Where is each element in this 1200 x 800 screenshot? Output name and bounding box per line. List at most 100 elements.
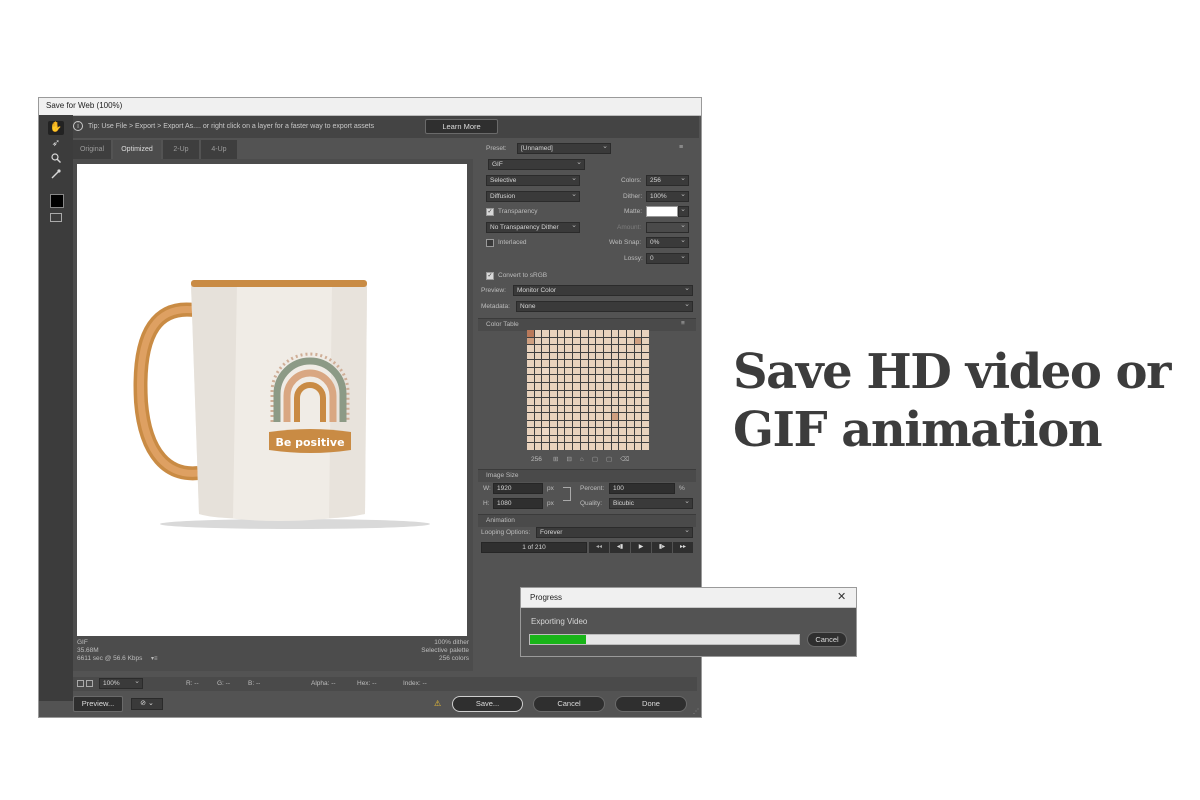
matte-color-swatch[interactable] — [646, 206, 678, 217]
color-swatch[interactable] — [557, 367, 565, 375]
tab-original[interactable]: Original — [73, 140, 111, 159]
color-swatch[interactable] — [619, 375, 626, 382]
color-swatch[interactable] — [634, 360, 642, 367]
next-frame-icon[interactable]: ▮▸ — [652, 542, 672, 553]
color-swatch[interactable] — [611, 398, 619, 405]
color-swatch[interactable] — [634, 367, 642, 375]
color-swatch[interactable] — [542, 337, 550, 345]
color-swatch[interactable] — [619, 405, 626, 413]
color-swatch[interactable] — [573, 428, 580, 435]
color-swatch[interactable] — [557, 330, 565, 337]
color-swatch[interactable] — [603, 413, 611, 420]
color-swatch[interactable] — [603, 420, 611, 428]
color-swatch[interactable] — [611, 390, 619, 398]
color-swatch[interactable] — [596, 330, 603, 337]
color-swatch[interactable] — [573, 382, 580, 390]
color-swatch[interactable] — [626, 367, 634, 375]
constrain-proportions-link-icon[interactable] — [563, 487, 571, 501]
color-swatch[interactable] — [580, 435, 588, 443]
hand-tool-icon[interactable]: ✋ — [48, 121, 64, 135]
color-swatch[interactable] — [626, 360, 634, 367]
color-swatch[interactable] — [642, 390, 649, 398]
toggle-slices-icon[interactable] — [50, 213, 62, 222]
color-swatch[interactable] — [603, 330, 611, 337]
color-swatch[interactable] — [580, 382, 588, 390]
preset-menu-icon[interactable]: ≡ — [679, 144, 683, 151]
color-swatch[interactable] — [611, 360, 619, 367]
color-swatch[interactable] — [580, 428, 588, 435]
color-swatch[interactable] — [557, 398, 565, 405]
color-swatch[interactable] — [596, 405, 603, 413]
color-swatch[interactable] — [626, 382, 634, 390]
dither-field[interactable]: 100% — [646, 191, 689, 202]
color-swatch[interactable] — [550, 428, 557, 435]
color-swatch[interactable] — [573, 360, 580, 367]
color-swatch[interactable] — [611, 367, 619, 375]
done-button[interactable]: Done — [615, 696, 687, 712]
color-swatch[interactable] — [557, 390, 565, 398]
color-swatch[interactable] — [619, 337, 626, 345]
color-swatch[interactable] — [527, 398, 534, 405]
color-swatch[interactable] — [642, 330, 649, 337]
color-swatch[interactable] — [611, 413, 619, 420]
color-swatch[interactable] — [596, 390, 603, 398]
color-swatch[interactable] — [634, 413, 642, 420]
color-swatch[interactable] — [642, 443, 649, 450]
color-swatch[interactable] — [596, 360, 603, 367]
color-swatch[interactable] — [534, 428, 542, 435]
preview-dropdown[interactable]: Monitor Color — [513, 285, 693, 296]
color-swatch[interactable] — [642, 413, 649, 420]
color-swatch[interactable] — [550, 413, 557, 420]
color-swatch[interactable] — [527, 352, 534, 360]
color-swatch[interactable] — [534, 390, 542, 398]
color-swatch[interactable] — [573, 330, 580, 337]
color-swatch[interactable] — [557, 360, 565, 367]
zoom-out-icon[interactable] — [77, 680, 84, 687]
color-swatch[interactable] — [611, 435, 619, 443]
color-swatch[interactable] — [527, 405, 534, 413]
color-swatch[interactable] — [603, 345, 611, 352]
color-swatch[interactable] — [588, 420, 596, 428]
eyedropper-tool-icon[interactable] — [48, 169, 64, 183]
color-swatch[interactable] — [550, 382, 557, 390]
color-swatch[interactable] — [580, 337, 588, 345]
color-swatch[interactable] — [619, 345, 626, 352]
color-swatch[interactable] — [634, 405, 642, 413]
color-swatch[interactable] — [634, 330, 642, 337]
color-swatch[interactable] — [527, 435, 534, 443]
color-swatch[interactable] — [565, 428, 573, 435]
color-swatch[interactable] — [542, 330, 550, 337]
color-swatch[interactable] — [642, 420, 649, 428]
color-swatch[interactable] — [565, 398, 573, 405]
color-swatch[interactable] — [527, 367, 534, 375]
play-icon[interactable]: ▶ — [631, 542, 651, 553]
color-swatch[interactable] — [603, 360, 611, 367]
color-swatch[interactable] — [542, 428, 550, 435]
color-swatch[interactable] — [642, 428, 649, 435]
color-swatch[interactable] — [588, 382, 596, 390]
color-swatch[interactable] — [557, 443, 565, 450]
colors-field[interactable]: 256 — [646, 175, 689, 186]
zoom-dropdown[interactable]: 100% — [99, 678, 143, 689]
color-swatch[interactable] — [580, 405, 588, 413]
matte-dropdown[interactable] — [678, 206, 689, 217]
color-swatch[interactable] — [596, 337, 603, 345]
color-swatch[interactable] — [626, 352, 634, 360]
color-swatch[interactable] — [527, 420, 534, 428]
transparency-checkbox[interactable]: ✓ — [486, 208, 494, 216]
color-swatch[interactable] — [565, 420, 573, 428]
color-swatch[interactable] — [580, 375, 588, 382]
color-swatch[interactable] — [573, 352, 580, 360]
color-swatch[interactable] — [626, 390, 634, 398]
reduction-dropdown[interactable]: Selective — [486, 175, 580, 186]
preset-dropdown[interactable]: [Unnamed] — [517, 143, 611, 154]
color-swatch[interactable] — [642, 375, 649, 382]
color-swatch[interactable] — [565, 330, 573, 337]
color-swatch[interactable] — [596, 352, 603, 360]
color-swatch[interactable] — [596, 375, 603, 382]
quality-dropdown[interactable]: Bicubic — [609, 498, 693, 509]
color-swatch[interactable] — [626, 345, 634, 352]
color-swatch[interactable] — [573, 405, 580, 413]
color-swatch[interactable] — [534, 375, 542, 382]
color-swatch[interactable] — [588, 330, 596, 337]
